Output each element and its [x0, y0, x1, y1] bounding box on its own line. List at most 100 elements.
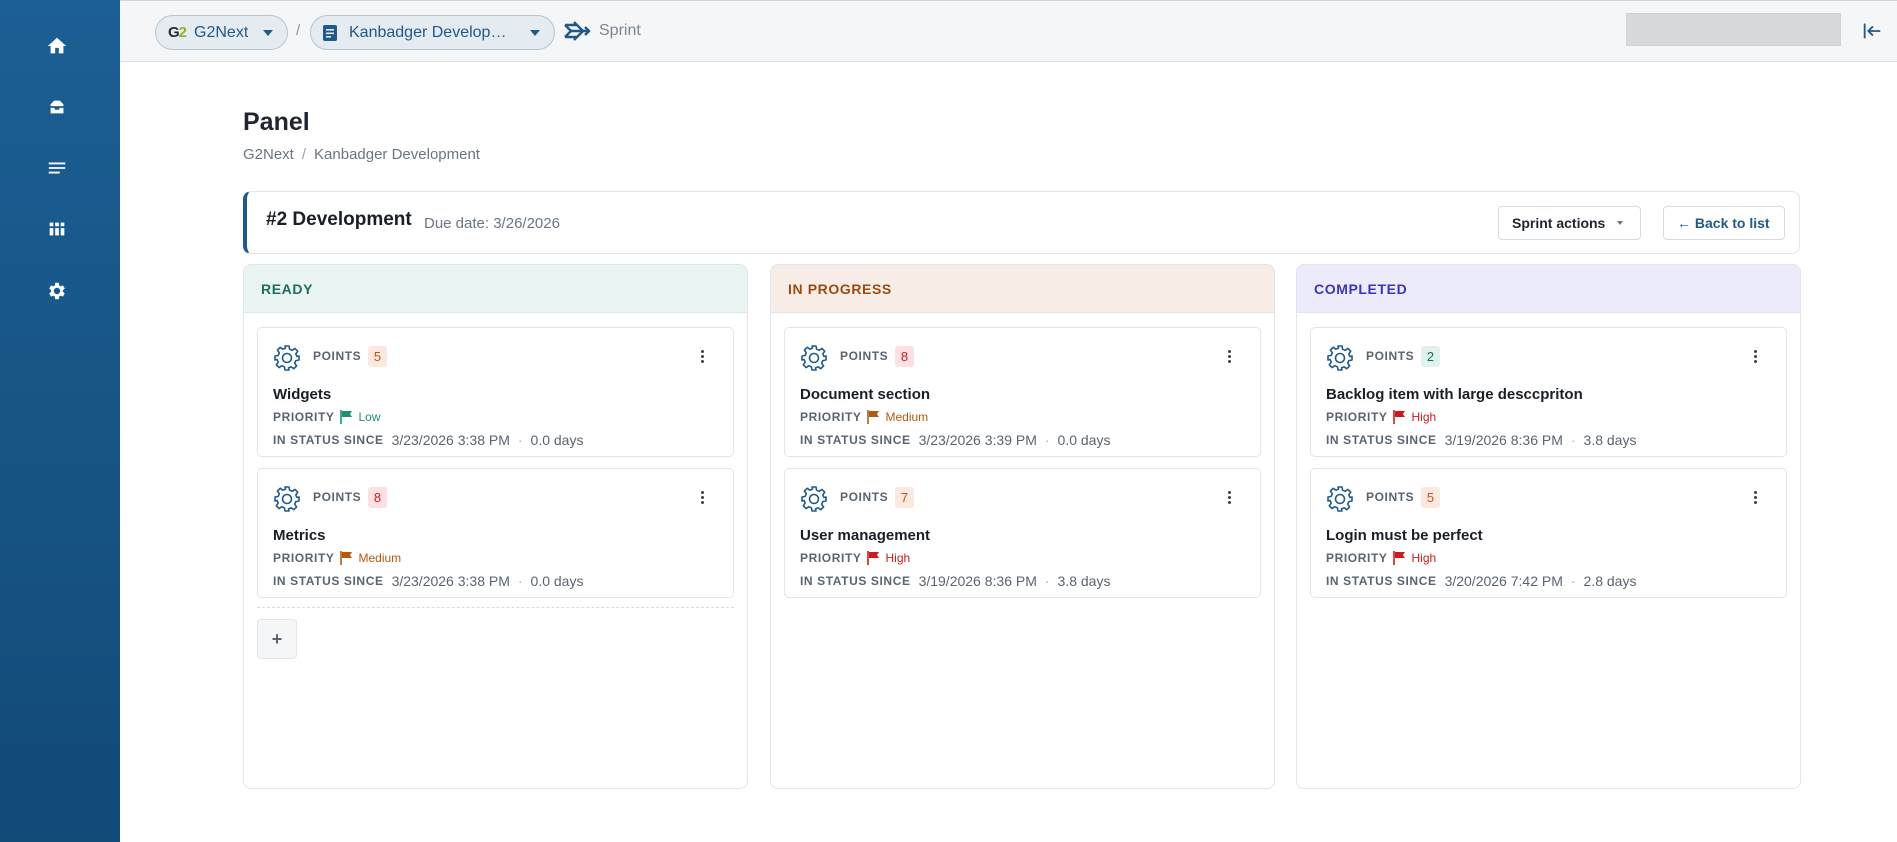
status-days: 0.0 days: [530, 573, 584, 589]
points-badge: 8: [895, 346, 914, 367]
status-row: IN STATUS SINCE 3/20/2026 7:42 PM · 2.8 …: [1326, 573, 1636, 589]
gear-icon: [800, 485, 828, 513]
priority-value: High: [1411, 551, 1437, 565]
flag-icon: [867, 410, 880, 424]
status-days: 0.0 days: [530, 432, 584, 448]
points-badge: 8: [368, 487, 387, 508]
more-options-icon[interactable]: [1754, 491, 1758, 505]
priority-label: PRIORITY: [273, 410, 335, 424]
status-since-label: IN STATUS SINCE: [1326, 574, 1437, 588]
back-to-list-label: ← Back to list: [1677, 215, 1770, 231]
back-to-list-button[interactable]: ← Back to list: [1663, 206, 1785, 240]
gear-icon: [273, 485, 301, 513]
breadcrumb-org[interactable]: G2Next: [243, 146, 294, 163]
column-ready: READY POINTS 5 Widgets PRIORITY Low IN S…: [243, 264, 748, 789]
priority-label: PRIORITY: [1326, 551, 1388, 565]
document-icon: [323, 24, 337, 41]
status-since-label: IN STATUS SINCE: [273, 433, 384, 447]
breadcrumb-project[interactable]: Kanbadger Development: [314, 146, 480, 163]
points-label: POINTS: [313, 349, 362, 363]
sprint-actions-button[interactable]: Sprint actions: [1498, 206, 1641, 240]
priority-label: PRIORITY: [273, 551, 335, 565]
page-title: Panel: [243, 108, 310, 136]
dot-separator: ·: [1044, 573, 1050, 589]
status-since-label: IN STATUS SINCE: [800, 574, 911, 588]
add-card-button[interactable]: +: [257, 619, 297, 659]
task-card[interactable]: POINTS 8 Document section PRIORITY Mediu…: [784, 327, 1261, 457]
home-icon[interactable]: [44, 33, 70, 59]
app-root: G2 G2Next / Kanbadger Develop… Sprint Pa…: [0, 0, 1897, 842]
divider: [257, 607, 734, 608]
sprint-header: #2 Development Due date: 3/26/2026 Sprin…: [243, 191, 1800, 254]
priority-value: High: [1411, 410, 1437, 424]
org-selector[interactable]: G2 G2Next: [155, 15, 288, 50]
gear-icon: [1326, 485, 1354, 513]
breadcrumb-slash: /: [301, 146, 307, 163]
flag-icon: [867, 551, 880, 565]
chevron-down-icon: [1617, 221, 1624, 225]
project-selector[interactable]: Kanbadger Develop…: [310, 15, 555, 50]
more-options-icon[interactable]: [1228, 491, 1232, 505]
gear-icon[interactable]: [44, 278, 70, 304]
gear-icon: [800, 344, 828, 372]
status-since-label: IN STATUS SINCE: [273, 574, 384, 588]
task-card[interactable]: POINTS 5 Login must be perfect PRIORITY …: [1310, 468, 1787, 598]
sprint-arrow-icon: [564, 21, 591, 41]
inbox-icon[interactable]: [44, 94, 70, 120]
dot-separator: ·: [1570, 432, 1576, 448]
sprint-actions-label: Sprint actions: [1512, 215, 1606, 231]
more-options-icon[interactable]: [1754, 350, 1758, 364]
status-row: IN STATUS SINCE 3/23/2026 3:38 PM · 0.0 …: [273, 573, 583, 589]
breadcrumb: G2Next / Kanbadger Development: [243, 146, 480, 163]
sprint-breadcrumb[interactable]: Sprint: [563, 21, 641, 41]
sprint-name: #2 Development: [266, 209, 412, 230]
breadcrumb-separator: /: [296, 22, 301, 39]
points-badge: 7: [895, 487, 914, 508]
card-title: Backlog item with large desccpriton: [1326, 386, 1583, 403]
card-title: Metrics: [273, 527, 326, 544]
column-title: READY: [244, 265, 747, 313]
status-row: IN STATUS SINCE 3/19/2026 8:36 PM · 3.8 …: [1326, 432, 1636, 448]
points-label: POINTS: [313, 490, 362, 504]
search-input[interactable]: [1626, 13, 1841, 46]
priority-row: PRIORITY Low: [273, 410, 381, 424]
gear-icon: [1326, 344, 1354, 372]
points-label: POINTS: [1366, 490, 1415, 504]
column-title: COMPLETED: [1297, 265, 1800, 313]
project-label: Kanbadger Develop…: [349, 23, 507, 41]
task-card[interactable]: POINTS 7 User management PRIORITY High I…: [784, 468, 1261, 598]
priority-row: PRIORITY High: [1326, 410, 1436, 424]
list-icon[interactable]: [44, 155, 70, 181]
status-since-date: 3/19/2026 8:36 PM: [1444, 432, 1563, 448]
status-since-date: 3/23/2026 3:38 PM: [391, 573, 510, 589]
priority-value: Medium: [885, 410, 929, 424]
status-since-date: 3/20/2026 7:42 PM: [1444, 573, 1563, 589]
task-card[interactable]: POINTS 5 Widgets PRIORITY Low IN STATUS …: [257, 327, 734, 457]
status-since-date: 3/19/2026 8:36 PM: [918, 573, 1037, 589]
board-icon[interactable]: [44, 216, 70, 242]
status-days: 0.0 days: [1057, 432, 1111, 448]
priority-label: PRIORITY: [1326, 410, 1388, 424]
logout-icon[interactable]: [1861, 20, 1883, 42]
sprint-due-date: Due date: 3/26/2026: [424, 215, 560, 232]
dot-separator: ·: [517, 573, 523, 589]
points-badge: 5: [1421, 487, 1440, 508]
priority-value: Low: [358, 410, 381, 424]
priority-value: Medium: [358, 551, 402, 565]
more-options-icon[interactable]: [701, 491, 705, 505]
task-card[interactable]: POINTS 2 Backlog item with large desccpr…: [1310, 327, 1787, 457]
more-options-icon[interactable]: [701, 350, 705, 364]
task-card[interactable]: POINTS 8 Metrics PRIORITY Medium IN STAT…: [257, 468, 734, 598]
status-days: 3.8 days: [1583, 432, 1637, 448]
status-since-date: 3/23/2026 3:38 PM: [391, 432, 510, 448]
gear-icon: [273, 344, 301, 372]
points-badge: 2: [1421, 346, 1440, 367]
priority-value: High: [885, 551, 911, 565]
column-completed: COMPLETED POINTS 2 Backlog item with lar…: [1296, 264, 1801, 789]
dot-separator: ·: [517, 432, 523, 448]
flag-icon: [1393, 551, 1406, 565]
priority-label: PRIORITY: [800, 551, 862, 565]
points-label: POINTS: [840, 490, 889, 504]
more-options-icon[interactable]: [1228, 350, 1232, 364]
sprint-crumb-label: Sprint: [599, 22, 641, 39]
